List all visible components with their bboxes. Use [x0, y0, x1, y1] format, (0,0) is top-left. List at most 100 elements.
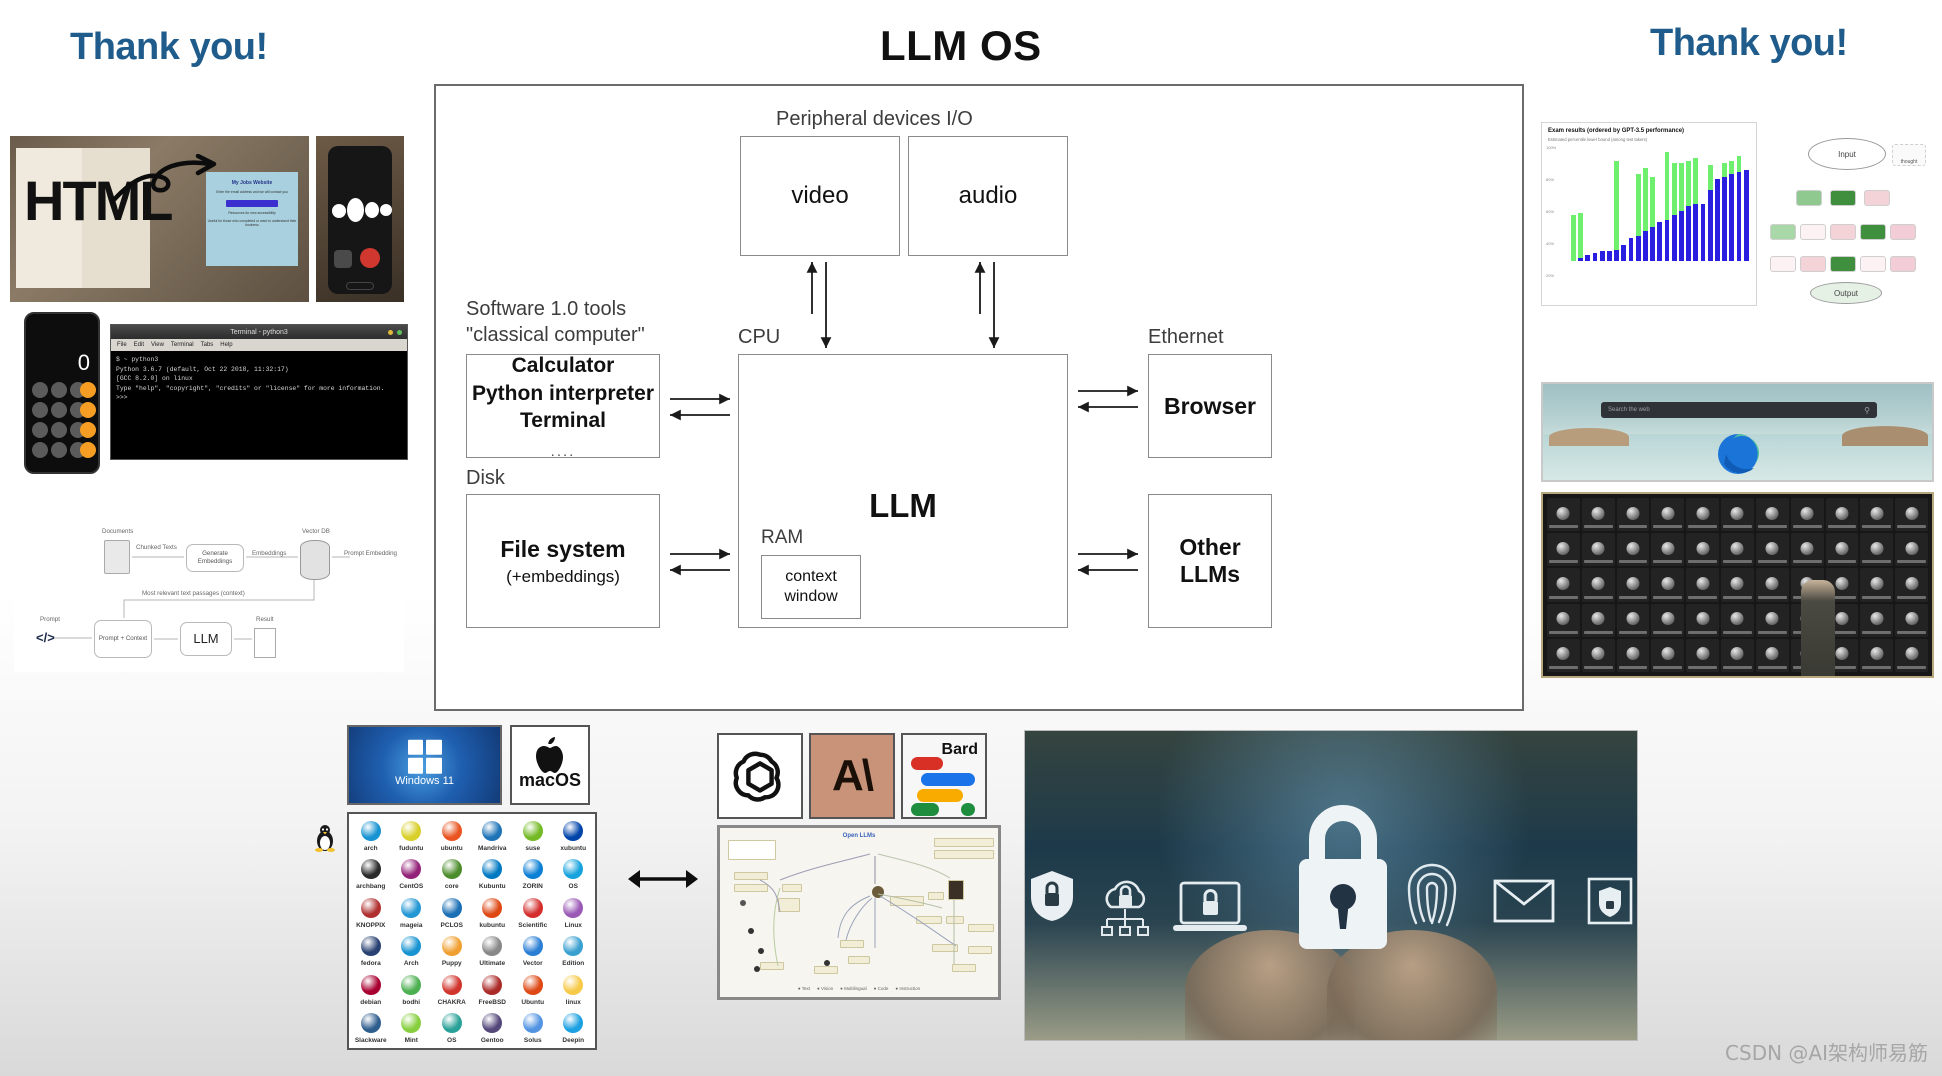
gpt-tile[interactable]	[1860, 603, 1894, 637]
menu-edit[interactable]: Edit	[134, 342, 144, 348]
distro-logo[interactable]: Ubuntu	[513, 970, 553, 1008]
gpt-tile[interactable]	[1895, 568, 1928, 602]
gpt-tile[interactable]	[1616, 498, 1650, 532]
distro-logo[interactable]: Mint	[392, 1009, 432, 1047]
distro-logo[interactable]: fedora	[351, 932, 391, 970]
distro-logo[interactable]: Ultimate	[473, 932, 513, 970]
gpt-tile[interactable]	[1686, 568, 1720, 602]
gpt-tile[interactable]	[1547, 498, 1580, 532]
llm-cpu-box[interactable]: LLM RAM context window	[738, 354, 1068, 628]
gpt-tile[interactable]	[1547, 638, 1580, 672]
gpt-tile[interactable]	[1616, 533, 1650, 567]
distro-logo[interactable]: OS	[432, 1009, 472, 1047]
distro-logo[interactable]: Vector	[513, 932, 553, 970]
gpt-tile[interactable]	[1616, 568, 1650, 602]
windows-11-tile[interactable]: Windows 11	[347, 725, 502, 805]
gpt-tile[interactable]	[1825, 533, 1859, 567]
gpt-tile[interactable]	[1686, 498, 1720, 532]
distro-logo[interactable]: Deepin	[554, 1009, 594, 1047]
distro-logo[interactable]: xubuntu	[554, 816, 594, 854]
gpt-tile[interactable]	[1581, 568, 1615, 602]
gpt-tile[interactable]	[1581, 603, 1615, 637]
search-icon[interactable]: ⚲	[1864, 406, 1870, 415]
distro-logo[interactable]: Edition	[554, 932, 594, 970]
distro-logo[interactable]: Puppy	[432, 932, 472, 970]
gpt-tile[interactable]	[1651, 533, 1685, 567]
other-llms-box[interactable]: Other LLMs	[1148, 494, 1272, 628]
terminal-output[interactable]: $ ~ python3 Python 3.6.7 (default, Oct 2…	[111, 351, 407, 407]
context-window-box[interactable]: context window	[761, 555, 861, 619]
gpt-tile[interactable]	[1581, 498, 1615, 532]
distro-logo[interactable]: mageia	[392, 893, 432, 931]
menu-file[interactable]: File	[117, 342, 127, 348]
distro-logo[interactable]: Gentoo	[473, 1009, 513, 1047]
openai-logo-tile[interactable]	[717, 733, 803, 819]
video-box[interactable]: video	[740, 136, 900, 256]
browser-box[interactable]: Browser	[1148, 354, 1272, 458]
distro-logo[interactable]: Kubuntu	[473, 855, 513, 893]
gpt-tile[interactable]	[1860, 568, 1894, 602]
gpt-tile[interactable]	[1651, 498, 1685, 532]
google-bard-logo-tile[interactable]: Bard	[901, 733, 987, 819]
distro-logo[interactable]: PCLOS	[432, 893, 472, 931]
distro-logo[interactable]: core	[432, 855, 472, 893]
distro-logo[interactable]: arch	[351, 816, 391, 854]
software-tools-box[interactable]: Calculator Python interpreter Terminal .…	[466, 354, 660, 460]
gpt-tile[interactable]	[1755, 603, 1789, 637]
gpt-tile[interactable]	[1755, 498, 1789, 532]
gpt-tile[interactable]	[1686, 638, 1720, 672]
gpt-tile[interactable]	[1721, 498, 1754, 532]
distro-logo[interactable]: Arch	[392, 932, 432, 970]
distro-logo[interactable]: debian	[351, 970, 391, 1008]
distro-logo[interactable]: Mandriva	[473, 816, 513, 854]
gpt-tile[interactable]	[1895, 603, 1928, 637]
gpt-tile[interactable]	[1721, 638, 1754, 672]
gpt-tile[interactable]	[1651, 603, 1685, 637]
file-system-box[interactable]: File system (+embeddings)	[466, 494, 660, 628]
distro-logo[interactable]: bodhi	[392, 970, 432, 1008]
distro-logo[interactable]: linux	[554, 970, 594, 1008]
gpt-tile[interactable]	[1860, 498, 1894, 532]
gpt-tile[interactable]	[1581, 533, 1615, 567]
gpt-tile[interactable]	[1825, 498, 1859, 532]
distro-logo[interactable]: CentOS	[392, 855, 432, 893]
linux-distros-collage[interactable]: arch fuduntu ubuntu Mandriva suse xubuntu arch…	[347, 812, 597, 1050]
menu-help[interactable]: Help	[220, 342, 232, 348]
gpt-tile[interactable]	[1790, 533, 1824, 567]
gpt-tile[interactable]	[1755, 568, 1789, 602]
distro-logo[interactable]: KNOPPIX	[351, 893, 391, 931]
distro-logo[interactable]: Scientific	[513, 893, 553, 931]
gpt-tile[interactable]	[1651, 638, 1685, 672]
menu-tabs[interactable]: Tabs	[201, 342, 214, 348]
gpt-tile[interactable]	[1686, 533, 1720, 567]
gpt-tile[interactable]	[1860, 638, 1894, 672]
gpt-tile[interactable]	[1547, 533, 1580, 567]
gpt-tile[interactable]	[1616, 638, 1650, 672]
distro-logo[interactable]: kubuntu	[473, 893, 513, 931]
distro-logo[interactable]: ubuntu	[432, 816, 472, 854]
terminal-menubar[interactable]: File Edit View Terminal Tabs Help	[111, 339, 407, 351]
gpt-tile[interactable]	[1581, 638, 1615, 672]
gpt-tile[interactable]	[1895, 533, 1928, 567]
gpt-tile[interactable]	[1860, 533, 1894, 567]
gpt-tile[interactable]	[1755, 533, 1789, 567]
edge-search-box[interactable]: Search the web ⚲	[1601, 402, 1877, 418]
gpt-tile[interactable]	[1755, 638, 1789, 672]
gpt-tile[interactable]	[1790, 498, 1824, 532]
distro-logo[interactable]: Linux	[554, 893, 594, 931]
distro-logo[interactable]: CHAKRA	[432, 970, 472, 1008]
gpt-tile[interactable]	[1547, 568, 1580, 602]
gpt-tile[interactable]	[1895, 498, 1928, 532]
menu-terminal[interactable]: Terminal	[171, 342, 194, 348]
distro-logo[interactable]: Slackware	[351, 1009, 391, 1047]
distro-logo[interactable]: Solus	[513, 1009, 553, 1047]
gpt-tile[interactable]	[1686, 603, 1720, 637]
gpt-tile[interactable]	[1651, 568, 1685, 602]
distro-logo[interactable]: ZORIN	[513, 855, 553, 893]
distro-logo[interactable]: OS	[554, 855, 594, 893]
distro-logo[interactable]: suse	[513, 816, 553, 854]
gpt-tile[interactable]	[1721, 533, 1754, 567]
gpt-tile[interactable]	[1616, 603, 1650, 637]
gpt-tile[interactable]	[1721, 603, 1754, 637]
distro-logo[interactable]: archbang	[351, 855, 391, 893]
